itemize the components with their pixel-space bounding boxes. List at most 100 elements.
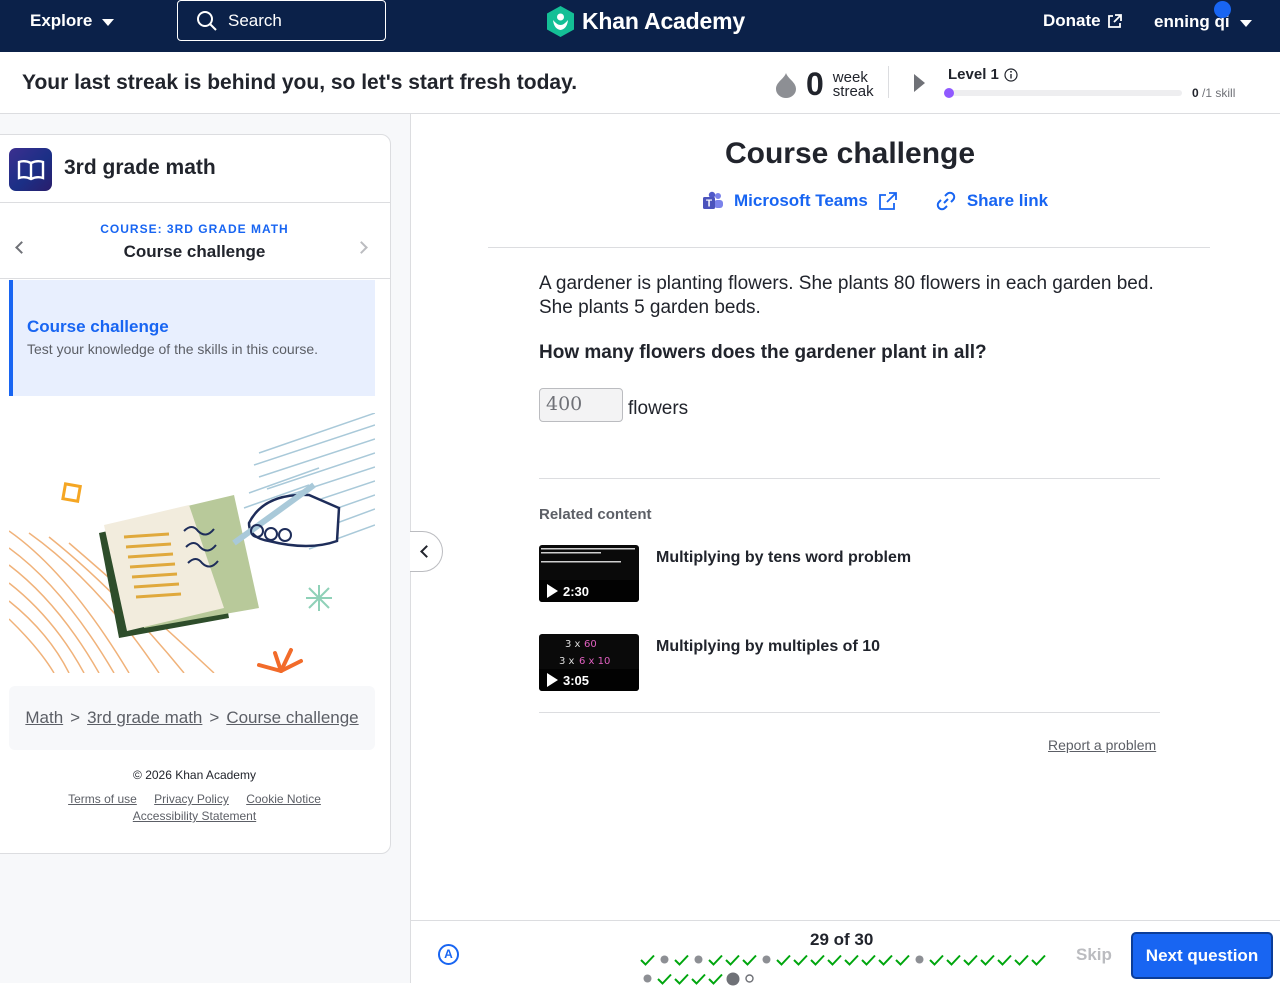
answer-input[interactable]: 400 xyxy=(539,388,623,422)
khan-academy-logo[interactable]: Khan Academy xyxy=(546,5,745,38)
skipped-dot-icon xyxy=(690,951,707,968)
course-sidebar: 3rd grade math COURSE: 3RD GRADE MATH Co… xyxy=(0,134,391,854)
breadcrumb-course[interactable]: 3rd grade math xyxy=(87,708,202,728)
explore-menu[interactable]: Explore xyxy=(30,11,115,31)
svg-text:6 x 10: 6 x 10 xyxy=(579,656,610,667)
correct-check-icon xyxy=(775,951,792,968)
course-header[interactable]: 3rd grade math xyxy=(0,135,390,203)
streak-message: Your last streak is behind you, so let's… xyxy=(22,71,578,94)
correct-check-icon xyxy=(826,951,843,968)
correct-check-icon xyxy=(962,951,979,968)
share-link-label: Share link xyxy=(966,191,1049,210)
terms-link[interactable]: Terms of use xyxy=(68,792,137,806)
correct-check-icon xyxy=(673,951,690,968)
correct-check-icon xyxy=(843,951,860,968)
breadcrumb-math[interactable]: Math xyxy=(25,708,63,728)
breadcrumb: Math > 3rd grade math > Course challenge xyxy=(9,686,375,750)
problem-line: A gardener is planting flowers. She plan… xyxy=(539,273,1154,294)
problem-text: A gardener is planting flowers. She plan… xyxy=(539,272,1179,320)
correct-check-icon xyxy=(741,951,758,968)
cookie-link[interactable]: Cookie Notice xyxy=(246,792,321,806)
course-subtitle: Course challenge xyxy=(123,242,266,261)
copyright: © 2026 Khan Academy xyxy=(133,768,256,782)
chevron-down-icon xyxy=(102,18,115,26)
skipped-dot-icon xyxy=(911,951,928,968)
next-question-button[interactable]: Next question xyxy=(1131,932,1273,979)
correct-check-icon xyxy=(707,970,724,987)
report-problem-link[interactable]: Report a problem xyxy=(1048,737,1156,753)
upcoming-dot-icon xyxy=(741,970,758,987)
correct-check-icon xyxy=(860,951,877,968)
sidebar-footer: © 2026 Khan Academy Terms of use Privacy… xyxy=(0,768,390,825)
divider xyxy=(488,247,1210,248)
answer-unit: flowers xyxy=(628,398,689,419)
streak-number: 0 xyxy=(806,66,824,102)
external-link-icon xyxy=(1107,13,1122,28)
sidebar-item-desc: Test your knowledge of the skills in thi… xyxy=(27,341,319,357)
search-input[interactable]: Search xyxy=(177,0,386,41)
accessibility-link[interactable]: Accessibility Statement xyxy=(133,809,256,823)
chevron-left-icon xyxy=(420,545,433,558)
video-thumbnail[interactable]: 2:30 xyxy=(539,545,639,602)
share-options: T Microsoft Teams Share link xyxy=(702,190,1048,212)
related-video-title[interactable]: Multiplying by multiples of 10 xyxy=(656,638,880,656)
top-nav: Explore Search Khan Academy Donate ennin… xyxy=(0,0,1280,52)
link-icon xyxy=(936,191,956,211)
correct-check-icon xyxy=(809,951,826,968)
related-video-title[interactable]: Multiplying by tens word problem xyxy=(656,549,911,567)
skill-count: 0 /1 skill xyxy=(1192,86,1236,100)
user-menu[interactable]: enning qi xyxy=(1154,12,1252,32)
share-teams-button[interactable]: T Microsoft Teams xyxy=(702,190,897,212)
skipped-dot-icon xyxy=(758,951,775,968)
divider xyxy=(539,712,1160,713)
question-counter: 29 of 30 xyxy=(810,930,874,949)
page-title: Course challenge xyxy=(724,137,976,170)
play-icon xyxy=(547,673,558,687)
breadcrumb-separator: > xyxy=(209,708,220,727)
course-name: 3rd grade math xyxy=(64,156,216,179)
correct-check-icon xyxy=(928,951,945,968)
correct-check-icon xyxy=(707,951,724,968)
streak-unit: week streak xyxy=(832,68,874,100)
privacy-link[interactable]: Privacy Policy xyxy=(154,792,229,806)
sidebar-item-course-challenge[interactable]: Course challenge Test your knowledge of … xyxy=(9,280,375,396)
collapse-sidebar-button[interactable] xyxy=(410,531,443,572)
play-icon[interactable] xyxy=(914,74,925,92)
svg-text:T: T xyxy=(706,199,712,210)
course-nav: COURSE: 3RD GRADE MATH Course challenge xyxy=(0,203,390,279)
breadcrumb-separator: > xyxy=(70,708,81,727)
share-link-button[interactable]: Share link xyxy=(935,190,1048,212)
course-kicker[interactable]: COURSE: 3RD GRADE MATH xyxy=(0,222,390,236)
correct-check-icon xyxy=(996,951,1013,968)
microsoft-teams-icon: T xyxy=(703,191,723,210)
question-text: How many flowers does the gardener plant… xyxy=(539,342,987,363)
accessibility-icon[interactable]: A xyxy=(438,944,459,965)
correct-check-icon xyxy=(877,951,894,968)
skipped-dot-icon xyxy=(656,951,673,968)
video-frame xyxy=(541,548,635,563)
streak-counter[interactable]: 0 week streak xyxy=(775,66,874,103)
info-icon xyxy=(1004,67,1018,82)
related-content-heading: Related content xyxy=(539,506,652,523)
correct-check-icon xyxy=(673,970,690,987)
chevron-down-icon xyxy=(1239,19,1252,27)
level-label[interactable]: Level 1 xyxy=(948,66,1018,83)
sidebar-item-title: Course challenge xyxy=(27,317,169,336)
notification-dot xyxy=(1214,1,1231,18)
donate-link[interactable]: Donate xyxy=(1043,11,1122,31)
breadcrumb-challenge[interactable]: Course challenge xyxy=(226,708,358,728)
skip-button[interactable]: Skip xyxy=(1076,945,1112,965)
correct-check-icon xyxy=(1013,951,1030,968)
video-duration: 2:30 xyxy=(539,580,639,602)
search-placeholder: Search xyxy=(228,10,282,30)
correct-check-icon xyxy=(945,951,962,968)
flame-icon xyxy=(776,72,796,98)
question-progress xyxy=(639,951,1059,987)
correct-check-icon xyxy=(894,951,911,968)
video-thumbnail[interactable]: 3 x 60 3 x6 x 10 3:05 xyxy=(539,634,639,691)
correct-check-icon xyxy=(690,970,707,987)
correct-check-icon xyxy=(979,951,996,968)
correct-check-icon xyxy=(724,951,741,968)
exercise-footer: A 29 of 30 Skip Next question xyxy=(411,920,1280,985)
play-icon xyxy=(547,584,558,598)
